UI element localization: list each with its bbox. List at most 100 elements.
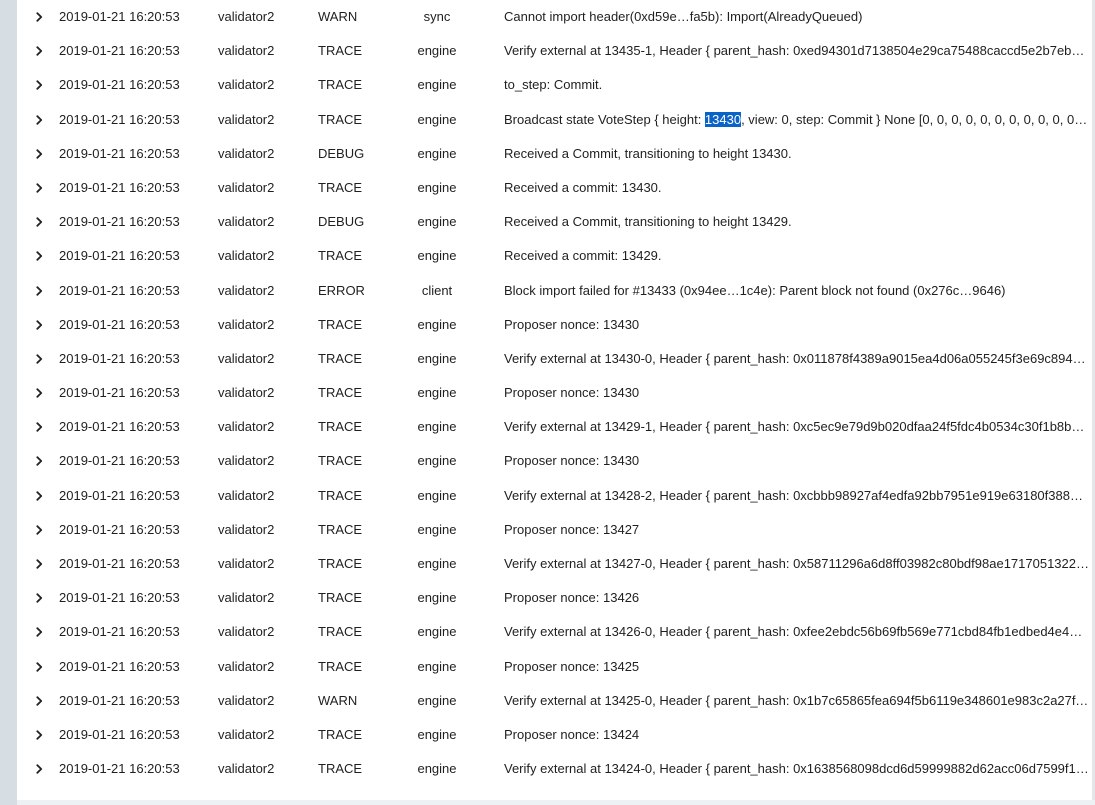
- log-row[interactable]: 2019-01-21 16:20:53 validator2 TRACE eng…: [17, 488, 1092, 522]
- chevron-right-icon[interactable]: [34, 112, 44, 128]
- log-target: engine: [417, 590, 457, 606]
- log-level: TRACE: [318, 385, 363, 401]
- log-level: TRACE: [318, 43, 363, 59]
- log-row[interactable]: 2019-01-21 16:20:53 validator2 TRACE eng…: [17, 659, 1092, 693]
- log-node: validator2: [218, 521, 275, 537]
- log-timestamp: 2019-01-21 16:20:53: [59, 487, 180, 503]
- log-row[interactable]: 2019-01-21 16:20:53 validator2 WARN sync…: [17, 9, 1092, 43]
- chevron-right-icon[interactable]: [34, 317, 44, 333]
- log-row[interactable]: 2019-01-21 16:20:53 validator2 TRACE eng…: [17, 385, 1092, 419]
- log-level: TRACE: [318, 111, 363, 127]
- log-node: validator2: [218, 658, 275, 674]
- log-message: Verify external at 13424-0, Header { par…: [504, 761, 1089, 777]
- chevron-right-icon[interactable]: [34, 693, 44, 709]
- log-row[interactable]: 2019-01-21 16:20:53 validator2 TRACE eng…: [17, 111, 1092, 146]
- log-row[interactable]: 2019-01-21 16:20:53 validator2 DEBUG eng…: [17, 146, 1092, 180]
- log-target: engine: [417, 248, 457, 264]
- chevron-right-icon[interactable]: [34, 283, 44, 299]
- chevron-right-icon[interactable]: [34, 419, 44, 435]
- log-message: Received a commit: 13430.: [504, 179, 662, 195]
- chevron-right-icon[interactable]: [34, 624, 44, 640]
- log-message: to_step: Commit.: [504, 77, 603, 93]
- bottom-edge: [17, 800, 1095, 805]
- log-message: Verify external at 13435-1, Header { par…: [504, 43, 1089, 59]
- log-message: Verify external at 13425-0, Header { par…: [504, 692, 1089, 708]
- log-timestamp: 2019-01-21 16:20:53: [59, 350, 180, 366]
- log-timestamp: 2019-01-21 16:20:53: [59, 453, 180, 469]
- log-level: DEBUG: [318, 145, 365, 161]
- chevron-right-icon[interactable]: [34, 385, 44, 401]
- log-target: engine: [417, 487, 457, 503]
- log-node: validator2: [218, 282, 275, 298]
- log-message: Block import failed for #13433 (0x94ee…1…: [504, 282, 1006, 298]
- log-row[interactable]: 2019-01-21 16:20:53 validator2 TRACE eng…: [17, 248, 1092, 282]
- log-row[interactable]: 2019-01-21 16:20:53 validator2 ERROR cli…: [17, 283, 1092, 317]
- chevron-right-icon[interactable]: [34, 351, 44, 367]
- log-timestamp: 2019-01-21 16:20:53: [59, 145, 180, 161]
- log-row[interactable]: 2019-01-21 16:20:53 validator2 TRACE eng…: [17, 624, 1092, 658]
- log-row[interactable]: 2019-01-21 16:20:53 validator2 TRACE eng…: [17, 522, 1092, 556]
- log-target: engine: [417, 316, 457, 332]
- log-level: TRACE: [318, 77, 363, 93]
- log-row[interactable]: 2019-01-21 16:20:53 validator2 TRACE eng…: [17, 419, 1092, 453]
- log-node: validator2: [218, 453, 275, 469]
- chevron-right-icon[interactable]: [34, 180, 44, 196]
- log-timestamp: 2019-01-21 16:20:53: [59, 692, 180, 708]
- log-level: DEBUG: [318, 214, 365, 230]
- log-row[interactable]: 2019-01-21 16:20:53 validator2 DEBUG eng…: [17, 214, 1092, 248]
- log-level: ERROR: [318, 282, 365, 298]
- log-node: validator2: [218, 43, 275, 59]
- chevron-right-icon[interactable]: [34, 453, 44, 469]
- chevron-right-icon[interactable]: [34, 248, 44, 264]
- chevron-right-icon[interactable]: [34, 488, 44, 504]
- log-target: engine: [417, 43, 457, 59]
- log-timestamp: 2019-01-21 16:20:53: [59, 77, 180, 93]
- log-node: validator2: [218, 248, 275, 264]
- chevron-right-icon[interactable]: [34, 77, 44, 93]
- log-level: WARN: [318, 9, 358, 24]
- log-level: TRACE: [318, 350, 363, 366]
- chevron-right-icon[interactable]: [34, 727, 44, 743]
- log-target: engine: [417, 77, 457, 93]
- log-node: validator2: [218, 145, 275, 161]
- chevron-right-icon[interactable]: [34, 214, 44, 230]
- log-level: TRACE: [318, 590, 363, 606]
- chevron-right-icon[interactable]: [34, 761, 44, 777]
- log-row[interactable]: 2019-01-21 16:20:53 validator2 TRACE eng…: [17, 180, 1092, 214]
- log-row[interactable]: 2019-01-21 16:20:53 validator2 TRACE eng…: [17, 351, 1092, 385]
- log-row[interactable]: 2019-01-21 16:20:53 validator2 WARN engi…: [17, 693, 1092, 727]
- log-node: validator2: [218, 385, 275, 401]
- log-target: engine: [417, 350, 457, 366]
- log-row[interactable]: 2019-01-21 16:20:53 validator2 TRACE eng…: [17, 556, 1092, 590]
- log-target: client: [421, 282, 453, 298]
- log-timestamp: 2019-01-21 16:20:53: [59, 590, 180, 606]
- log-node: validator2: [218, 9, 275, 24]
- log-node: validator2: [218, 761, 275, 777]
- chevron-right-icon[interactable]: [34, 522, 44, 538]
- log-timestamp: 2019-01-21 16:20:53: [59, 214, 180, 230]
- log-level: TRACE: [318, 556, 363, 571]
- log-row[interactable]: 2019-01-21 16:20:53 validator2 TRACE eng…: [17, 317, 1092, 351]
- log-row[interactable]: 2019-01-21 16:20:53 validator2 TRACE eng…: [17, 761, 1092, 795]
- log-row[interactable]: 2019-01-21 16:20:53 validator2 TRACE eng…: [17, 43, 1092, 77]
- log-node: validator2: [218, 214, 275, 230]
- log-row[interactable]: 2019-01-21 16:20:53 validator2 TRACE eng…: [17, 727, 1092, 761]
- log-row[interactable]: 2019-01-21 16:20:53 validator2 TRACE eng…: [17, 453, 1092, 487]
- chevron-right-icon[interactable]: [34, 556, 44, 572]
- chevron-right-icon[interactable]: [34, 590, 44, 606]
- log-row[interactable]: 2019-01-21 16:20:53 validator2 TRACE eng…: [17, 590, 1092, 624]
- log-node: validator2: [218, 692, 275, 708]
- log-row[interactable]: 2019-01-21 16:20:53 validator2 TRACE eng…: [17, 77, 1092, 111]
- selected-text: 13430: [704, 111, 742, 127]
- log-node: validator2: [218, 179, 275, 195]
- log-target: engine: [417, 624, 457, 640]
- log-message: Verify external at 13427-0, Header { par…: [504, 556, 1089, 571]
- log-timestamp: 2019-01-21 16:20:53: [59, 248, 180, 264]
- log-timestamp: 2019-01-21 16:20:53: [59, 726, 180, 742]
- chevron-right-icon[interactable]: [34, 659, 44, 675]
- chevron-right-icon[interactable]: [34, 43, 44, 59]
- log-timestamp: 2019-01-21 16:20:53: [59, 111, 180, 127]
- chevron-right-icon[interactable]: [34, 9, 44, 25]
- chevron-right-icon[interactable]: [34, 146, 44, 162]
- log-level: TRACE: [318, 658, 363, 674]
